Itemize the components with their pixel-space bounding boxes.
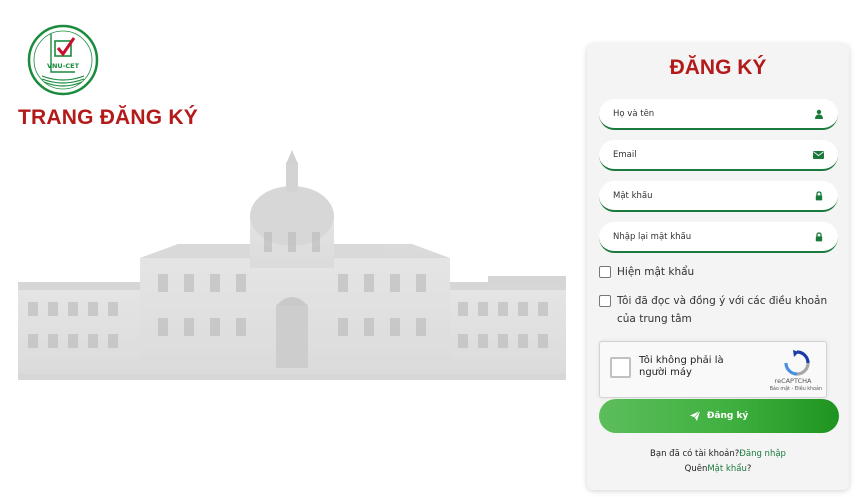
forgot-suffix: ?: [746, 464, 752, 474]
building-illustration: [18, 150, 566, 380]
lock-icon: [815, 191, 823, 201]
recaptcha-widget: Tôi không phải là người máy reCAPTCHA Bả…: [599, 341, 827, 398]
recaptcha-checkbox[interactable]: [610, 357, 631, 378]
show-password-checkbox[interactable]: [599, 266, 611, 278]
show-password-row[interactable]: Hiện mật khẩu: [599, 263, 829, 281]
envelope-icon: [813, 151, 824, 159]
forgot-prefix: Quên: [684, 464, 708, 474]
recaptcha-icon: [784, 350, 810, 376]
form-title: ĐĂNG KÝ: [669, 56, 767, 79]
lock-icon: [815, 232, 823, 242]
recaptcha-brand: reCAPTCHA: [774, 377, 812, 385]
user-icon: [815, 109, 823, 119]
password-input[interactable]: [613, 188, 803, 204]
email-input[interactable]: [613, 147, 803, 163]
fullname-field[interactable]: [599, 99, 838, 130]
login-link[interactable]: Đăng nhập: [739, 449, 786, 459]
show-password-label: Hiện mật khẩu: [617, 266, 695, 278]
fullname-input[interactable]: [613, 106, 803, 122]
forgot-password-line: QuênMật khẩu?: [587, 464, 849, 474]
register-button-label: Đăng ký: [706, 410, 749, 421]
confirm-password-field[interactable]: [599, 222, 838, 253]
logo-text: VNU-CET: [47, 62, 80, 70]
page-title: TRANG ĐĂNG KÝ: [18, 106, 198, 129]
terms-row[interactable]: Tôi đã đọc và đồng ý với các điều khoản …: [599, 292, 839, 328]
email-field[interactable]: [599, 140, 838, 171]
terms-checkbox[interactable]: [599, 295, 611, 307]
vnu-cet-logo: VNU-CET: [27, 24, 99, 96]
recaptcha-label: Tôi không phải là người máy: [639, 355, 724, 378]
login-prompt: Bạn đã có tài khoản?Đăng nhập: [587, 449, 849, 459]
forgot-password-link[interactable]: Mật khẩu: [707, 464, 746, 474]
password-field[interactable]: [599, 181, 838, 212]
recaptcha-links[interactable]: Bảo mật - Điều khoản: [756, 387, 822, 392]
have-account-text: Bạn đã có tài khoản?: [650, 449, 740, 459]
register-button[interactable]: Đăng ký: [599, 399, 839, 433]
paper-plane-icon: [689, 410, 700, 421]
confirm-password-input[interactable]: [613, 229, 803, 245]
terms-label: Tôi đã đọc và đồng ý với các điều khoản …: [617, 295, 828, 325]
